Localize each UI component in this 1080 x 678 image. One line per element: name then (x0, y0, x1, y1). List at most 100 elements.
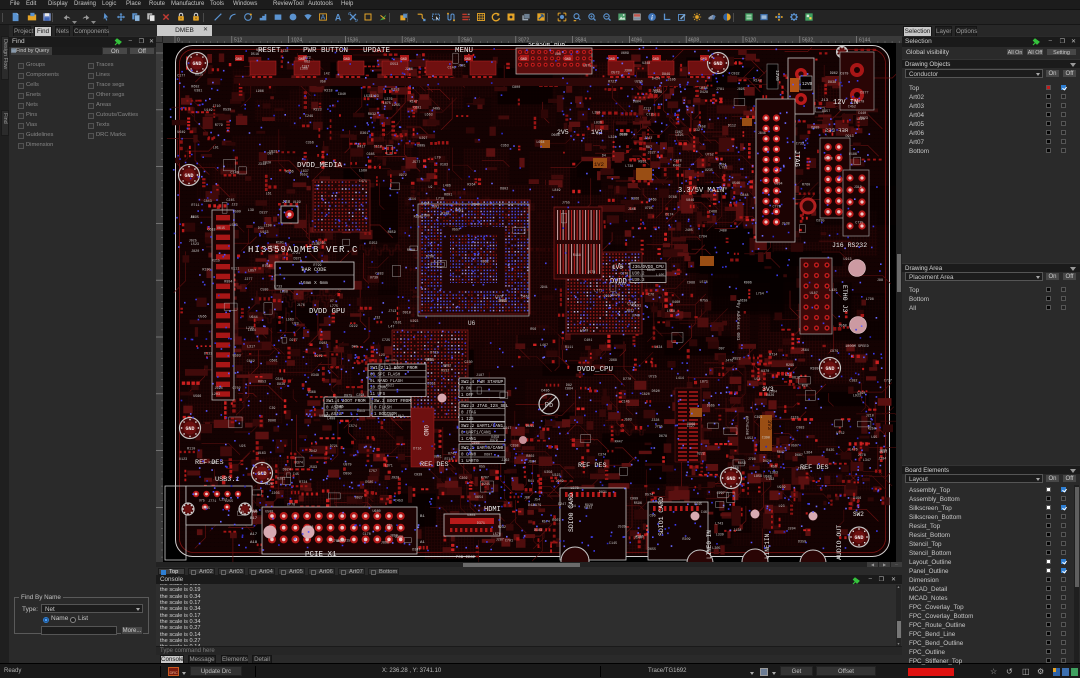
svg-text:JTAG: JTAG (792, 150, 800, 167)
svg-text:R222: R222 (209, 461, 217, 465)
svg-text:L61: L61 (266, 192, 272, 196)
svg-text:R832: R832 (368, 113, 376, 117)
svg-text:D574: D574 (645, 493, 653, 497)
svg-text:J795: J795 (655, 425, 663, 429)
svg-text:C145: C145 (609, 542, 617, 546)
svg-text:U725: U725 (649, 376, 657, 380)
svg-text:GND: GND (344, 58, 350, 62)
svg-text:U368: U368 (308, 391, 316, 395)
svg-text:R825: R825 (195, 74, 203, 78)
svg-text:J664: J664 (528, 461, 536, 465)
svg-text:R87: R87 (646, 146, 652, 150)
svg-text:J630: J630 (739, 300, 747, 304)
svg-text:D641: D641 (526, 425, 534, 429)
svg-text:J495: J495 (432, 108, 440, 112)
svg-text:C423: C423 (371, 95, 379, 99)
svg-text:L738: L738 (625, 165, 633, 169)
svg-text:J187: J187 (476, 374, 484, 378)
svg-text:U741: U741 (448, 452, 456, 456)
svg-text:U55: U55 (479, 466, 485, 470)
svg-text:R711: R711 (191, 204, 199, 208)
svg-text:SENSOR HUB.: SENSOR HUB. (528, 43, 569, 48)
svg-text:L371: L371 (385, 464, 393, 468)
svg-text:C112: C112 (374, 146, 382, 150)
svg-text:C374: C374 (598, 453, 606, 457)
svg-text:U23: U23 (293, 322, 299, 326)
svg-text:GND: GND (713, 61, 722, 67)
svg-text:C45: C45 (293, 473, 299, 477)
svg-text:J898: J898 (390, 535, 398, 539)
svg-text:U348: U348 (311, 374, 319, 378)
svg-text:C757: C757 (369, 470, 377, 474)
svg-text:L425: L425 (829, 289, 837, 293)
svg-text:C725: C725 (855, 222, 863, 226)
svg-text:D428: D428 (700, 91, 708, 95)
svg-text:L986: L986 (256, 90, 264, 94)
svg-text:L578: L578 (700, 281, 708, 285)
svg-text:J538: J538 (782, 223, 790, 227)
svg-text:D539: D539 (223, 109, 231, 113)
svg-text:J591: J591 (431, 206, 439, 210)
svg-text:L467: L467 (540, 344, 548, 348)
svg-text:U293: U293 (410, 320, 418, 324)
svg-text:L339: L339 (716, 533, 724, 537)
svg-text:R678: R678 (825, 157, 833, 161)
svg-text:U75: U75 (199, 500, 205, 504)
svg-text:C685: C685 (367, 153, 375, 157)
svg-text:U123: U123 (179, 458, 187, 462)
svg-text:PCIE X1: PCIE X1 (305, 551, 337, 559)
svg-text:C778: C778 (773, 205, 781, 209)
svg-text:C452: C452 (848, 106, 856, 110)
svg-text:D516: D516 (251, 53, 259, 57)
svg-text:J203: J203 (271, 492, 279, 496)
svg-text:L317: L317 (247, 346, 255, 350)
svg-text:MENU: MENU (455, 47, 473, 55)
svg-text:D151: D151 (428, 383, 436, 387)
svg-text:U381: U381 (194, 89, 202, 93)
svg-text:B1: B1 (420, 515, 425, 519)
svg-text:U927: U927 (355, 496, 363, 500)
svg-text:C983: C983 (796, 427, 804, 431)
svg-text:L324: L324 (608, 136, 616, 140)
svg-text:R724: R724 (299, 481, 307, 485)
svg-text:R250: R250 (414, 216, 422, 220)
svg-text:U62: U62 (304, 61, 310, 65)
svg-text:L191: L191 (633, 305, 641, 309)
svg-text:U749: U749 (632, 315, 640, 319)
svg-text:C466: C466 (709, 211, 717, 215)
svg-text:L751: L751 (426, 359, 434, 363)
svg-text:C725: C725 (382, 339, 390, 343)
svg-text:HI3559ADMEB VER.C: HI3559ADMEB VER.C (248, 245, 359, 255)
svg-text:L812: L812 (396, 415, 404, 419)
svg-text:GND: GND (565, 58, 571, 62)
svg-text:U599: U599 (233, 211, 241, 215)
svg-text:U609: U609 (621, 52, 629, 56)
svg-text:U7: U7 (330, 300, 334, 304)
svg-text:L570: L570 (493, 533, 501, 537)
svg-text:C800: C800 (512, 86, 520, 90)
svg-text:J319: J319 (854, 186, 862, 190)
svg-text:REF DES: REF DES (420, 461, 449, 469)
svg-text:J604: J604 (718, 164, 726, 168)
svg-text:L664: L664 (536, 141, 544, 145)
svg-text:D667: D667 (795, 454, 803, 458)
svg-text:D989: D989 (811, 126, 819, 130)
svg-text:C46: C46 (701, 511, 707, 515)
svg-text:U680: U680 (373, 510, 381, 514)
svg-text:GND: GND (609, 58, 615, 62)
svg-text:R110: R110 (187, 447, 195, 451)
svg-text:L39: L39 (248, 209, 254, 213)
svg-text:U340: U340 (472, 204, 480, 208)
svg-text:L798: L798 (866, 298, 874, 302)
svg-text:J919: J919 (604, 295, 612, 299)
svg-text:R111: R111 (565, 346, 573, 350)
svg-text:L836: L836 (594, 122, 602, 126)
svg-text:GND: GND (422, 425, 429, 436)
svg-text:REF DES: REF DES (578, 462, 607, 470)
svg-text:L979: L979 (315, 355, 323, 359)
svg-text:D526: D526 (265, 483, 273, 487)
svg-text:C725: C725 (646, 113, 654, 117)
svg-text:L268: L268 (280, 290, 288, 294)
svg-text:U374: U374 (295, 462, 303, 466)
svg-text:L871: L871 (700, 381, 708, 385)
